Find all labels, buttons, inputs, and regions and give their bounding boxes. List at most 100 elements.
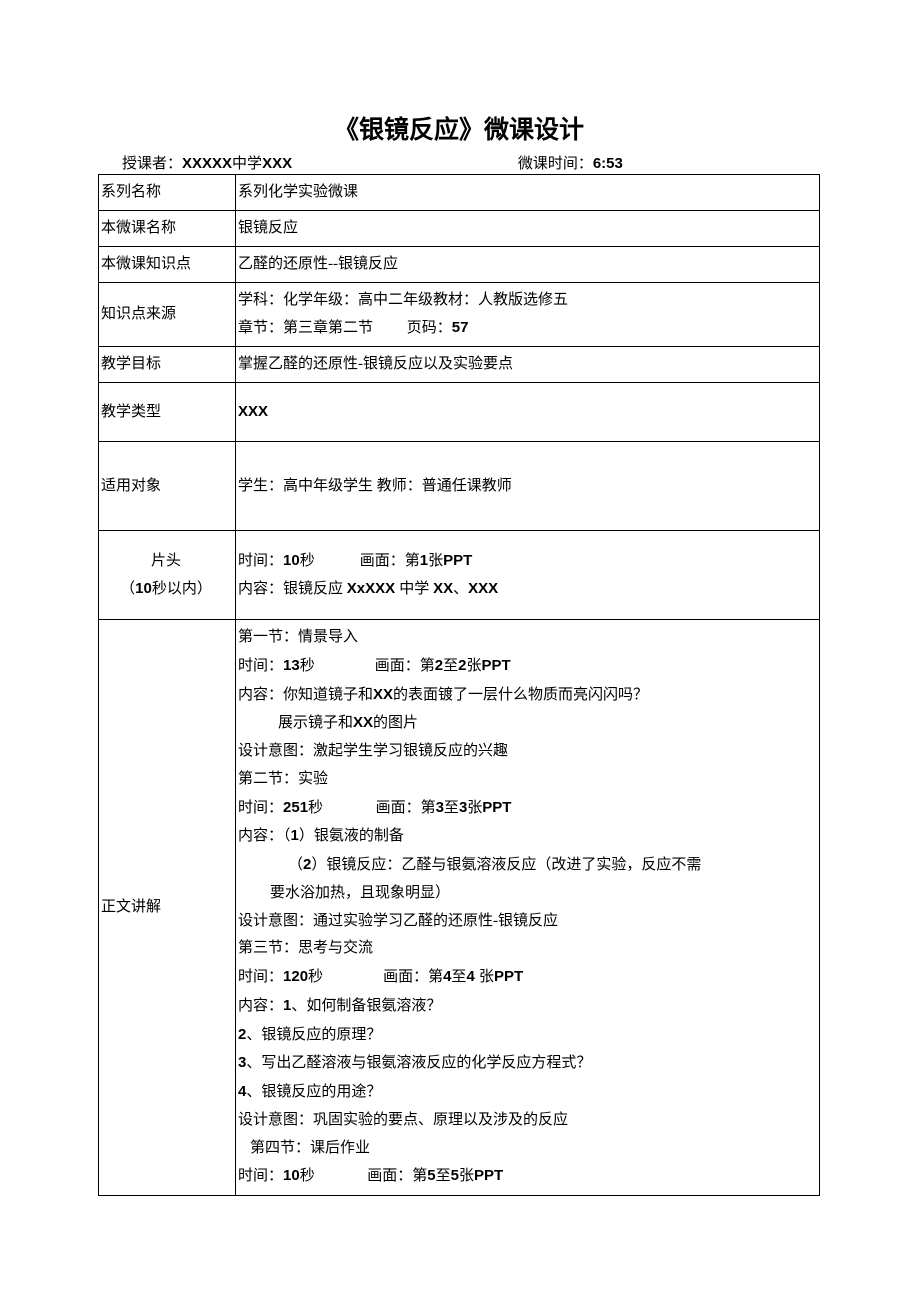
s2-title: 第二节：实验 (238, 766, 815, 794)
s1-c2-wrap: 展示镜子和XX的图片 (278, 709, 815, 738)
s3-time-line: 时间：120秒 画面：第4至4 张PPT (238, 963, 815, 992)
opening-label-l2a: （ (120, 581, 135, 597)
row-label-series: 系列名称 (99, 175, 236, 211)
row-label-audience: 适用对象 (99, 442, 236, 531)
table-row: 正文讲解 第一节：情景导入 时间：13秒 画面：第2至2张PPT 内容：你知道镜… (99, 620, 820, 1196)
s3-s-a: 画面：第 (383, 969, 443, 985)
open-t-c: 秒 (300, 553, 315, 569)
row-label-type: 教学类型 (99, 383, 236, 442)
s2-c2-c: ）银镜反应：乙醛与银氨溶液反应（改进了实验，反应不需 (311, 857, 701, 873)
s4-s-a: 画面：第 (367, 1168, 427, 1184)
s2-t-c: 秒 (308, 800, 323, 816)
s1-s-f: PPT (481, 657, 510, 674)
lecturer-school-bold: XXXXX (182, 155, 232, 172)
source-line2b: 页码： (407, 320, 452, 336)
s1-t-a: 时间： (238, 658, 283, 674)
s1-c-c: 的表面镀了一层什么物质而亮闪闪吗？ (393, 687, 648, 703)
s1-t-c: 秒 (300, 658, 315, 674)
row-label-body: 正文讲解 (99, 620, 236, 1196)
table-row: 本微课知识点 乙醛的还原性--银镜反应 (99, 247, 820, 283)
open-t-b: 10 (283, 552, 300, 569)
meta-line: 授课者：XXXXX中学XXX 微课时间：6:53 (98, 152, 820, 173)
table-row: 本微课名称 银镜反应 (99, 211, 820, 247)
s3-q4: 4、银镜反应的用途？ (238, 1078, 815, 1107)
s3-s-f: PPT (494, 968, 523, 985)
s3-q2-b: 、银镜反应的原理？ (246, 1027, 381, 1043)
source-line2a: 章节：第三章第二节 (238, 320, 373, 336)
s3-s-c: 至 (451, 969, 466, 985)
row-label-goal: 教学目标 (99, 347, 236, 383)
s4-time-line: 时间：10秒 画面：第5至5张PPT (238, 1162, 815, 1191)
s4-t-a: 时间： (238, 1168, 283, 1184)
s1-c2-a: 展示镜子和 (278, 715, 353, 731)
table-row: 适用对象 学生：高中年级学生 教师：普通任课教师 (99, 442, 820, 531)
s2-c1-a: 内容：（ (238, 828, 291, 844)
s2-time-line: 时间：251秒 画面：第3至3张PPT (238, 794, 815, 823)
row-value-series: 系列化学实验微课 (236, 175, 820, 211)
s1-c-a: 内容：你知道镜子和 (238, 687, 373, 703)
s2-c2-a: （ (288, 857, 303, 873)
open-c-d: XX (433, 580, 453, 597)
lecturer-info: 授课者：XXXXX中学XXX (122, 152, 292, 173)
row-label-course: 本微课名称 (99, 211, 236, 247)
source-line2c: 57 (452, 319, 469, 336)
row-value-body: 第一节：情景导入 时间：13秒 画面：第2至2张PPT 内容：你知道镜子和XX的… (236, 620, 820, 1196)
s3-s-e: 张 (479, 969, 494, 985)
table-row: 教学目标 掌握乙醛的还原性-银镜反应以及实验要点 (99, 347, 820, 383)
type-value: XXX (238, 403, 268, 420)
s1-s-b: 2 (435, 657, 443, 674)
s2-s-b: 3 (436, 799, 444, 816)
s3-s-d: 4 (466, 968, 479, 985)
s2-c1-b: 1 (291, 827, 299, 844)
s2-intent: 设计意图：通过实验学习乙醛的还原性-银镜反应 (238, 908, 815, 936)
table-row: 教学类型 XXX (99, 383, 820, 442)
s3-q4-b: 、银镜反应的用途？ (246, 1084, 381, 1100)
page: 《银镜反应》微课设计 授课者：XXXXX中学XXX 微课时间：6:53 系列名称… (0, 0, 920, 1301)
time-info: 微课时间：6:53 (518, 152, 623, 173)
s1-s-e: 张 (466, 658, 481, 674)
s4-t-b: 10 (283, 1167, 300, 1184)
source-line1: 学科：化学年级：高中二年级教材：人教版选修五 (238, 292, 568, 308)
s3-q3: 3、写出乙醛溶液与银氨溶液反应的化学反应方程式？ (238, 1049, 815, 1078)
open-t-a: 时间： (238, 553, 283, 569)
s3-t-a: 时间： (238, 969, 283, 985)
s2-t-b: 251 (283, 799, 308, 816)
s1-title: 第一节：情景导入 (238, 624, 815, 652)
table-row: 系列名称 系列化学实验微课 (99, 175, 820, 211)
table-row: 知识点来源 学科：化学年级：高中二年级教材：人教版选修五 章节：第三章第二节 页… (99, 283, 820, 347)
s1-content2: 展示镜子和XX的图片 (238, 709, 815, 738)
s1-s-c: 至 (443, 658, 458, 674)
s2-s-c: 至 (444, 800, 459, 816)
s2-c2d: 要水浴加热，且现象明显） (270, 880, 815, 908)
s4-title: 第四节：课后作业 (238, 1135, 815, 1163)
open-c-b: XxXXX (347, 580, 400, 597)
s4-t-c: 秒 (300, 1168, 315, 1184)
row-label-kp: 本微课知识点 (99, 247, 236, 283)
s3-q3-b: 、写出乙醛溶液与银氨溶液反应的化学反应方程式？ (246, 1055, 591, 1071)
s3-t-b: 120 (283, 968, 308, 985)
s2-c2-wrap: （2）银镜反应：乙醛与银氨溶液反应（改进了实验，反应不需 (288, 851, 815, 880)
s1-time-line: 时间：13秒 画面：第2至2张PPT (238, 652, 815, 681)
opening-label-l2b: 10 (135, 580, 152, 597)
open-s-b: 1 (420, 552, 428, 569)
row-value-audience: 学生：高中年级学生 教师：普通任课教师 (236, 442, 820, 531)
doc-table: 系列名称 系列化学实验微课 本微课名称 银镜反应 本微课知识点 乙醛的还原性--… (98, 174, 820, 1196)
s1-c-b: XX (373, 686, 393, 703)
row-value-type: XXX (236, 383, 820, 442)
s2-content1: 内容：（1）银氨液的制备 (238, 822, 815, 851)
open-c-c: 中学 (399, 581, 433, 597)
s1-s-a: 画面：第 (375, 658, 435, 674)
opening-label-l1: 片头 (151, 553, 181, 569)
row-value-source: 学科：化学年级：高中二年级教材：人教版选修五 章节：第三章第二节 页码：57 (236, 283, 820, 347)
s3-q2: 2、银镜反应的原理？ (238, 1021, 815, 1050)
row-value-goal: 掌握乙醛的还原性-银镜反应以及实验要点 (236, 347, 820, 383)
page-title: 《银镜反应》微课设计 (98, 110, 820, 146)
lecturer-school-tail: 中学 (232, 156, 262, 172)
open-c-a: 内容：银镜反应 (238, 581, 347, 597)
open-c-f: XXX (468, 580, 498, 597)
s2-s-a: 画面：第 (376, 800, 436, 816)
open-s-d: PPT (443, 552, 472, 569)
s3-q1-c: 、如何制备银氨溶液？ (291, 998, 441, 1014)
lecturer-name: XXX (262, 155, 292, 172)
time-label: 微课时间： (518, 156, 593, 172)
